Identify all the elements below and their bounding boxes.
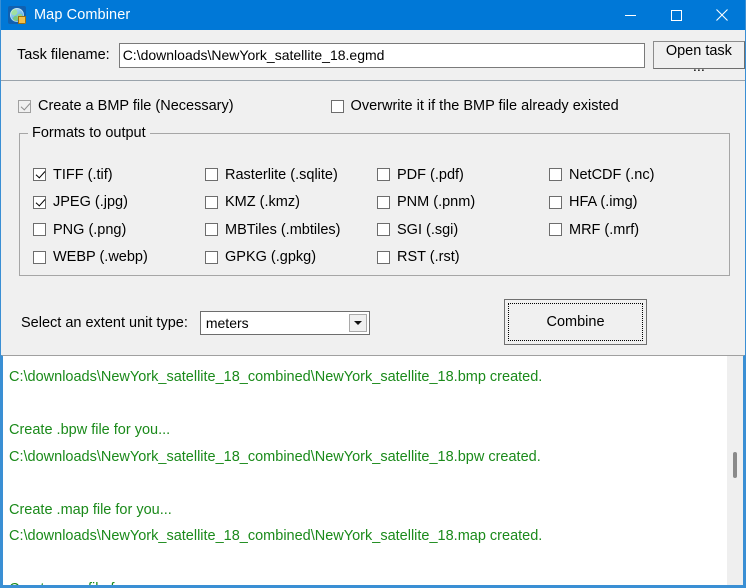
checkbox-unchecked-icon — [205, 196, 218, 209]
title-bar: Map Combiner — [1, 0, 745, 30]
combine-button[interactable]: Combine — [504, 299, 647, 345]
world-map-icon — [8, 6, 26, 24]
format-checkbox-rst[interactable]: RST (.rst) — [377, 244, 475, 272]
format-checkbox-kmz[interactable]: KMZ (.kmz) — [205, 189, 340, 217]
format-checkbox-tiff[interactable]: TIFF (.tif) — [33, 161, 148, 189]
format-label: PNG (.png) — [53, 222, 126, 238]
formats-column-2: Rasterlite (.sqlite) KMZ (.kmz) MBTiles … — [205, 161, 340, 271]
format-checkbox-rasterlite[interactable]: Rasterlite (.sqlite) — [205, 161, 340, 189]
format-checkbox-sgi[interactable]: SGI (.sgi) — [377, 216, 475, 244]
format-checkbox-gpkg[interactable]: GPKG (.gpkg) — [205, 244, 340, 272]
format-label: PDF (.pdf) — [397, 167, 464, 183]
format-label: RST (.rst) — [397, 249, 460, 265]
checkbox-unchecked-icon — [549, 196, 562, 209]
minimize-icon[interactable] — [607, 0, 653, 30]
format-label: WEBP (.webp) — [53, 249, 148, 265]
checkbox-unchecked-icon — [331, 100, 344, 113]
format-checkbox-netcdf[interactable]: NetCDF (.nc) — [549, 161, 654, 189]
combine-button-label: Combine — [546, 314, 604, 330]
chevron-down-icon[interactable] — [349, 314, 367, 332]
format-label: SGI (.sgi) — [397, 222, 458, 238]
log-output-text: C:\downloads\NewYork_satellite_18_combin… — [3, 356, 542, 587]
extent-unit-value: meters — [201, 315, 249, 331]
task-filename-label: Task filename: — [17, 47, 110, 63]
checkbox-unchecked-icon — [33, 223, 46, 236]
extent-unit-label: Select an extent unit type: — [21, 315, 188, 331]
overwrite-bmp-label: Overwrite it if the BMP file already exi… — [351, 98, 619, 114]
task-filename-input[interactable] — [119, 43, 645, 68]
checkbox-unchecked-icon — [377, 251, 390, 264]
format-checkbox-mbtiles[interactable]: MBTiles (.mbtiles) — [205, 216, 340, 244]
formats-column-3: PDF (.pdf) PNM (.pnm) SGI (.sgi) RST (.r… — [377, 161, 475, 271]
format-checkbox-webp[interactable]: WEBP (.webp) — [33, 244, 148, 272]
create-bmp-checkbox[interactable]: Create a BMP file (Necessary) — [18, 98, 234, 114]
checkbox-unchecked-icon — [205, 251, 218, 264]
format-label: PNM (.pnm) — [397, 194, 475, 210]
log-scrollbar[interactable] — [727, 356, 743, 585]
formats-column-4: NetCDF (.nc) HFA (.img) MRF (.mrf) — [549, 161, 654, 244]
format-label: Rasterlite (.sqlite) — [225, 167, 338, 183]
checkbox-checked-icon — [33, 196, 46, 209]
create-bmp-label: Create a BMP file (Necessary) — [38, 98, 234, 114]
format-label: HFA (.img) — [569, 194, 637, 210]
format-label: MBTiles (.mbtiles) — [225, 222, 340, 238]
map-combiner-window: Map Combiner Task filename: Open task ..… — [0, 0, 746, 588]
format-checkbox-hfa[interactable]: HFA (.img) — [549, 189, 654, 217]
checkbox-unchecked-icon — [205, 168, 218, 181]
format-label: GPKG (.gpkg) — [225, 249, 316, 265]
task-filename-row: Task filename: Open task ... — [1, 30, 745, 81]
format-checkbox-jpeg[interactable]: JPEG (.jpg) — [33, 189, 148, 217]
checkbox-unchecked-icon — [33, 251, 46, 264]
checkbox-checked-icon — [33, 168, 46, 181]
format-label: MRF (.mrf) — [569, 222, 639, 238]
log-scrollbar-thumb[interactable] — [733, 452, 737, 478]
maximize-icon[interactable] — [653, 0, 699, 30]
formats-groupbox-title: Formats to output — [28, 125, 150, 141]
checkbox-unchecked-icon — [377, 196, 390, 209]
format-label: JPEG (.jpg) — [53, 194, 128, 210]
formats-column-1: TIFF (.tif) JPEG (.jpg) PNG (.png) WEBP … — [33, 161, 148, 271]
overwrite-bmp-checkbox[interactable]: Overwrite it if the BMP file already exi… — [331, 98, 619, 114]
bmp-options-row: Create a BMP file (Necessary) Overwrite … — [1, 95, 746, 117]
checkbox-unchecked-icon — [205, 223, 218, 236]
checkbox-unchecked-icon — [377, 223, 390, 236]
window-title: Map Combiner — [34, 7, 130, 23]
extent-unit-select[interactable]: meters — [200, 311, 370, 335]
open-task-button[interactable]: Open task ... — [653, 41, 745, 69]
format-checkbox-pnm[interactable]: PNM (.pnm) — [377, 189, 475, 217]
log-output-panel[interactable]: C:\downloads\NewYork_satellite_18_combin… — [1, 355, 745, 587]
checkbox-unchecked-icon — [377, 168, 390, 181]
format-checkbox-mrf[interactable]: MRF (.mrf) — [549, 216, 654, 244]
format-label: TIFF (.tif) — [53, 167, 113, 183]
checkbox-unchecked-icon — [549, 168, 562, 181]
format-checkbox-pdf[interactable]: PDF (.pdf) — [377, 161, 475, 189]
close-icon[interactable] — [699, 0, 745, 30]
format-label: KMZ (.kmz) — [225, 194, 300, 210]
format-checkbox-png[interactable]: PNG (.png) — [33, 216, 148, 244]
checkbox-unchecked-icon — [549, 223, 562, 236]
checkbox-checked-disabled-icon — [18, 100, 31, 113]
format-label: NetCDF (.nc) — [569, 167, 654, 183]
extent-unit-row: Select an extent unit type: meters — [21, 311, 370, 335]
window-controls — [607, 0, 745, 30]
